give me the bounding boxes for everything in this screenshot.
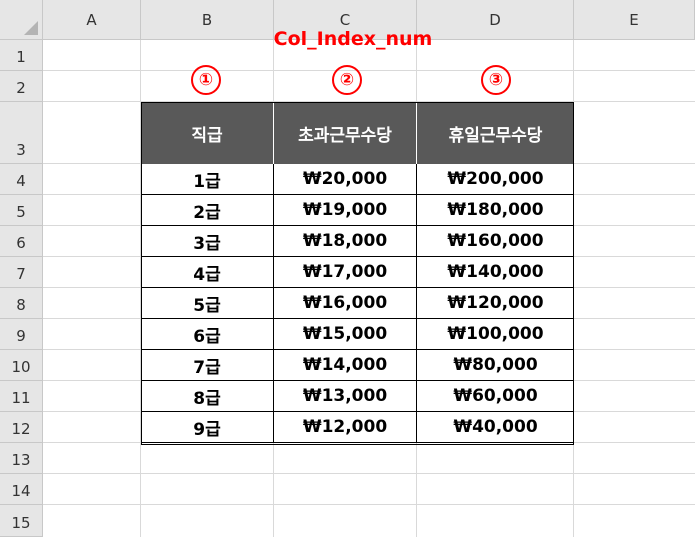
data-table-border [141, 102, 574, 445]
row-header-12[interactable]: 12 [0, 412, 43, 443]
row-header-2[interactable]: 2 [0, 71, 43, 102]
row-header-1[interactable]: 1 [0, 40, 43, 71]
column-header-e[interactable]: E [574, 0, 695, 40]
gridline [43, 473, 695, 474]
spreadsheet-grid: A B C D E 1 2 3 4 5 6 7 8 9 10 11 12 13 … [0, 0, 695, 537]
select-all-button[interactable] [0, 0, 43, 40]
gridline [43, 70, 695, 71]
column-header-a[interactable]: A [43, 0, 141, 40]
marker-1: ① [191, 65, 221, 95]
row-header-13[interactable]: 13 [0, 443, 43, 474]
select-all-triangle-icon [24, 21, 38, 35]
gridline [43, 504, 695, 505]
row-header-4[interactable]: 4 [0, 164, 43, 195]
row-header-15[interactable]: 15 [0, 505, 43, 537]
column-header-b[interactable]: B [141, 0, 274, 40]
marker-2: ② [332, 65, 362, 95]
row-header-5[interactable]: 5 [0, 195, 43, 226]
row-header-14[interactable]: 14 [0, 474, 43, 505]
row-header-3[interactable]: 3 [0, 102, 43, 164]
row-header-9[interactable]: 9 [0, 319, 43, 350]
row-header-7[interactable]: 7 [0, 257, 43, 288]
row-header-6[interactable]: 6 [0, 226, 43, 257]
col-index-num-annotation: Col_Index_num [273, 28, 433, 50]
marker-3: ③ [481, 65, 511, 95]
row-header-8[interactable]: 8 [0, 288, 43, 319]
row-header-10[interactable]: 10 [0, 350, 43, 381]
row-header-11[interactable]: 11 [0, 381, 43, 412]
